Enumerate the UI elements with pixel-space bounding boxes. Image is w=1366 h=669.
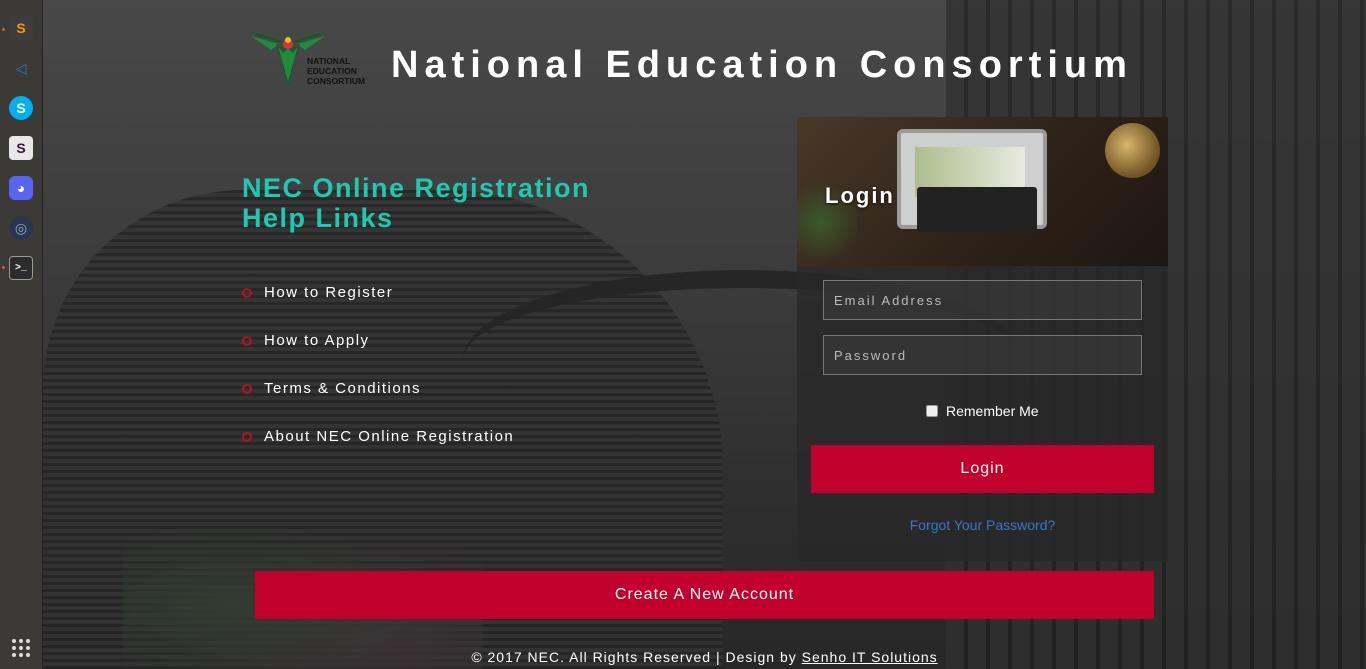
logo-line-3: CONSORTIUM xyxy=(307,76,365,86)
running-indicator xyxy=(2,28,5,31)
bullet-icon xyxy=(242,288,252,298)
sublime-text-icon[interactable]: S xyxy=(9,16,33,40)
terms-conditions-link[interactable]: Terms & Conditions xyxy=(264,380,421,397)
gnome-disk-icon[interactable]: ◎ xyxy=(9,216,33,240)
skype-icon[interactable]: S xyxy=(9,96,33,120)
help-link-item: How to Register xyxy=(242,268,514,316)
login-panel: Login Remember Me Login Forgot Your Pass… xyxy=(797,117,1168,561)
vscode-icon[interactable]: ◁ xyxy=(9,56,33,80)
about-nec-link[interactable]: About NEC Online Registration xyxy=(264,428,514,445)
help-link-item: How to Apply xyxy=(242,316,514,364)
remember-me-checkbox[interactable] xyxy=(926,405,938,417)
copyright-text: © 2017 NEC. All Rights Reserved | Design… xyxy=(471,649,802,665)
discord-icon[interactable]: ◕ xyxy=(9,176,33,200)
forgot-password-link[interactable]: Forgot Your Password? xyxy=(797,517,1168,533)
how-to-apply-link[interactable]: How to Apply xyxy=(264,332,370,349)
application-dock: S ◁ S S ◕ ◎ >_ xyxy=(0,0,43,669)
email-input[interactable] xyxy=(823,280,1142,320)
help-link-item: Terms & Conditions xyxy=(242,364,514,412)
running-indicator xyxy=(2,266,5,269)
remember-me-label: Remember Me xyxy=(946,403,1039,419)
bullet-icon xyxy=(242,432,252,442)
login-button[interactable]: Login xyxy=(811,445,1154,493)
designer-link[interactable]: Senho IT Solutions xyxy=(802,649,938,665)
login-banner-image: Login xyxy=(797,117,1168,266)
slack-icon[interactable]: S xyxy=(9,136,33,160)
logo-line-1: NATIONAL xyxy=(307,56,350,66)
help-link-item: About NEC Online Registration xyxy=(242,412,514,460)
how-to-register-link[interactable]: How to Register xyxy=(264,284,393,301)
help-links-list: How to Register How to Apply Terms & Con… xyxy=(242,268,514,460)
nec-logo: NATIONAL EDUCATION CONSORTIUM xyxy=(251,33,365,86)
footer: © 2017 NEC. All Rights Reserved | Design… xyxy=(0,649,1366,665)
remember-me: Remember Me xyxy=(926,403,1039,419)
create-account-button[interactable]: Create A New Account xyxy=(255,571,1154,619)
terminal-icon[interactable]: >_ xyxy=(9,256,33,280)
logo-line-2: EDUCATION xyxy=(307,66,357,76)
bullet-icon xyxy=(242,336,252,346)
login-heading: Login xyxy=(825,183,895,208)
help-links-title: NEC Online Registration Help Links xyxy=(242,173,591,233)
password-input[interactable] xyxy=(823,335,1142,375)
bullet-icon xyxy=(242,384,252,394)
site-title: National Education Consortium xyxy=(391,44,1133,86)
